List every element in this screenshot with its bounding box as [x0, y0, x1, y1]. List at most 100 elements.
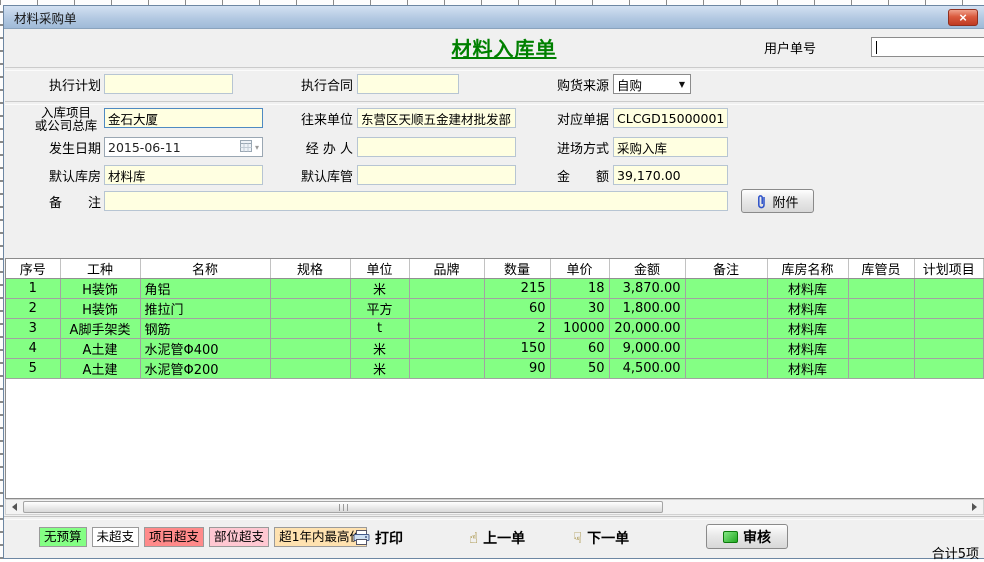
table-cell[interactable] [270, 339, 350, 359]
column-header: 工种 [60, 259, 140, 279]
table-cell[interactable]: 材料库 [767, 359, 848, 379]
ref-doc-input[interactable] [613, 108, 728, 128]
previous-order-button[interactable]: ☝ 上一单 [469, 527, 525, 549]
table-cell[interactable] [270, 319, 350, 339]
table-row[interactable]: 5A土建水泥管Φ200 米 90504,500.00 材料库 [6, 359, 984, 379]
table-cell[interactable] [409, 299, 484, 319]
table-cell[interactable] [848, 359, 914, 379]
table-cell[interactable]: 米 [350, 279, 409, 299]
exec-plan-input[interactable] [104, 74, 233, 94]
table-cell[interactable] [685, 279, 767, 299]
close-button[interactable]: × [948, 9, 978, 26]
default-warehouse-input[interactable] [104, 165, 263, 185]
table-cell[interactable] [270, 299, 350, 319]
handler-input[interactable] [357, 137, 516, 157]
table-cell[interactable] [270, 359, 350, 379]
table-cell[interactable]: 60 [550, 339, 609, 359]
scrollbar-thumb[interactable] [23, 501, 663, 513]
table-cell[interactable]: 150 [484, 339, 550, 359]
horizontal-scrollbar[interactable] [5, 499, 984, 515]
exec-contract-input[interactable] [357, 74, 459, 94]
print-button[interactable]: 打印 [353, 527, 403, 549]
table-cell[interactable] [409, 359, 484, 379]
table-cell[interactable]: A脚手架类 [60, 319, 140, 339]
table-cell[interactable]: 3,870.00 [609, 279, 685, 299]
attachment-label: 附件 [772, 192, 798, 211]
table-cell[interactable]: 2 [484, 319, 550, 339]
table-cell[interactable]: 米 [350, 359, 409, 379]
scroll-left-button[interactable] [7, 501, 22, 513]
table-cell[interactable]: A土建 [60, 359, 140, 379]
table-cell[interactable]: A土建 [60, 339, 140, 359]
table-row[interactable]: 2H装饰推拉门 平方 60301,800.00 材料库 [6, 299, 984, 319]
table-cell[interactable]: 3 [6, 319, 60, 339]
table-cell[interactable] [685, 299, 767, 319]
audit-button[interactable]: 审核 [706, 524, 788, 549]
table-cell[interactable]: t [350, 319, 409, 339]
table-cell[interactable] [848, 279, 914, 299]
date-picker[interactable]: 2015-06-11 ▾ [104, 137, 263, 157]
table-cell[interactable]: 1 [6, 279, 60, 299]
table-cell[interactable]: 水泥管Φ400 [140, 339, 270, 359]
table-cell[interactable]: 4 [6, 339, 60, 359]
table-cell[interactable]: H装饰 [60, 279, 140, 299]
entry-mode-label: 进场方式 [549, 137, 609, 157]
table-cell[interactable] [270, 279, 350, 299]
table-cell[interactable]: 5 [6, 359, 60, 379]
amount-input[interactable] [613, 165, 728, 185]
user-no-input[interactable] [871, 37, 984, 57]
table-cell[interactable] [914, 299, 984, 319]
user-no-label: 用户单号 [756, 37, 816, 57]
table-cell[interactable]: 材料库 [767, 279, 848, 299]
table-cell[interactable]: 钢筋 [140, 319, 270, 339]
table-cell[interactable]: 20,000.00 [609, 319, 685, 339]
table-cell[interactable]: 60 [484, 299, 550, 319]
table-cell[interactable]: 推拉门 [140, 299, 270, 319]
table-cell[interactable] [914, 319, 984, 339]
entry-mode-input[interactable] [613, 137, 728, 157]
table-cell[interactable]: 18 [550, 279, 609, 299]
table-cell[interactable]: 角铝 [140, 279, 270, 299]
table-cell[interactable] [914, 279, 984, 299]
table-cell[interactable]: 材料库 [767, 299, 848, 319]
attachment-button[interactable]: 附件 [741, 189, 814, 213]
table-cell[interactable]: 材料库 [767, 319, 848, 339]
table-cell[interactable]: 50 [550, 359, 609, 379]
table-cell[interactable]: 90 [484, 359, 550, 379]
table-cell[interactable] [685, 339, 767, 359]
table-row[interactable]: 3A脚手架类钢筋 t 21000020,000.00 材料库 [6, 319, 984, 339]
table-cell[interactable] [685, 359, 767, 379]
table-cell[interactable] [848, 299, 914, 319]
table-cell[interactable]: 水泥管Φ200 [140, 359, 270, 379]
table-cell[interactable]: 215 [484, 279, 550, 299]
default-keeper-input[interactable] [357, 165, 516, 185]
table-cell[interactable]: H装饰 [60, 299, 140, 319]
date-value: 2015-06-11 [108, 140, 240, 155]
table-cell[interactable]: 米 [350, 339, 409, 359]
table-cell[interactable] [409, 279, 484, 299]
purchase-source-select[interactable]: 自购 ▼ [613, 74, 691, 94]
table-cell[interactable] [914, 359, 984, 379]
table-cell[interactable] [848, 339, 914, 359]
counterpart-input[interactable] [357, 108, 516, 128]
table-cell[interactable]: 2 [6, 299, 60, 319]
table-cell[interactable]: 1,800.00 [609, 299, 685, 319]
table-cell[interactable] [848, 319, 914, 339]
scroll-right-button[interactable] [967, 501, 982, 513]
table-cell[interactable]: 材料库 [767, 339, 848, 359]
dialog-titlebar[interactable]: 材料采购单 [4, 6, 984, 29]
table-cell[interactable] [409, 319, 484, 339]
remark-input[interactable] [104, 191, 728, 211]
next-order-button[interactable]: ☟ 下一单 [573, 527, 629, 549]
table-row[interactable]: 4A土建水泥管Φ400 米 150609,000.00 材料库 [6, 339, 984, 359]
table-cell[interactable]: 9,000.00 [609, 339, 685, 359]
table-cell[interactable] [409, 339, 484, 359]
project-input[interactable] [104, 108, 263, 128]
table-cell[interactable]: 30 [550, 299, 609, 319]
table-cell[interactable] [685, 319, 767, 339]
table-cell[interactable]: 4,500.00 [609, 359, 685, 379]
table-row[interactable]: 1H装饰角铝 米 215183,870.00 材料库 [6, 279, 984, 299]
table-cell[interactable]: 平方 [350, 299, 409, 319]
table-cell[interactable] [914, 339, 984, 359]
table-cell[interactable]: 10000 [550, 319, 609, 339]
